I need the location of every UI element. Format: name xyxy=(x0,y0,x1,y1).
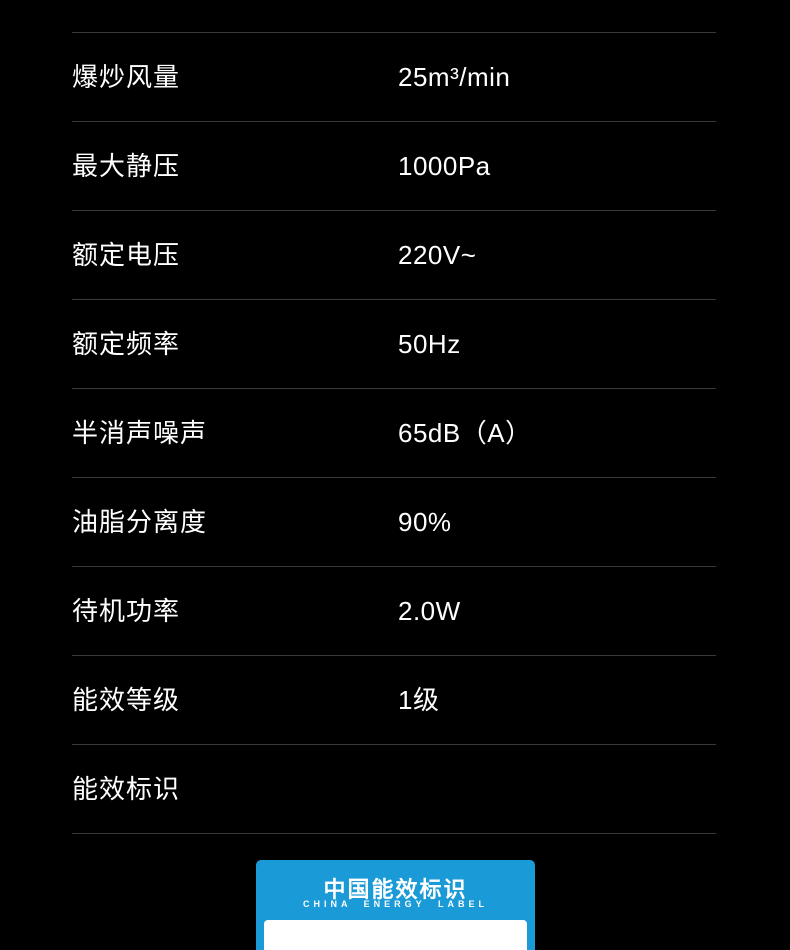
spec-row-noise: 半消声噪声 65dB（A） xyxy=(72,389,716,478)
energy-label-subtitle: CHINA ENERGY LABEL xyxy=(302,899,488,909)
spec-row-grease-separation: 油脂分离度 90% xyxy=(72,478,716,567)
spec-value: 1000Pa xyxy=(398,151,491,181)
spec-row-energy-grade: 能效等级 1级 xyxy=(72,656,716,745)
spec-value: 19m³/min xyxy=(398,0,510,32)
spec-label: 额定电压 xyxy=(72,240,181,270)
spec-row-rated-voltage: 额定电压 220V~ xyxy=(72,211,716,300)
spec-value: 220V~ xyxy=(398,240,477,270)
spec-label: 半消声噪声 xyxy=(72,418,208,448)
spec-value: 90% xyxy=(398,507,452,537)
spec-row-energy-label: 能效标识 xyxy=(72,745,716,834)
spec-label: 待机功率 xyxy=(72,596,181,626)
spec-row-standby-power: 待机功率 2.0W xyxy=(72,567,716,656)
spec-row-rated-frequency: 额定频率 50Hz xyxy=(72,300,716,389)
spec-label: 额定频率 xyxy=(72,329,181,359)
spec-value: 25m³/min xyxy=(398,62,511,92)
spec-value: 65dB（A） xyxy=(398,418,532,448)
spec-value: 1级 xyxy=(398,685,440,715)
spec-row-high-airflow: 高档风量 19m³/min xyxy=(72,0,716,33)
spec-label: 油脂分离度 xyxy=(72,507,208,537)
spec-label: 高档风量 xyxy=(72,0,180,32)
spec-table: 高档风量 19m³/min 爆炒风量 25m³/min 最大静压 1000Pa … xyxy=(72,0,716,834)
china-energy-label: 中国能效标识 CHINA ENERGY LABEL xyxy=(256,860,535,950)
spec-label: 能效标识 xyxy=(72,774,181,804)
spec-row-boost-airflow: 爆炒风量 25m³/min xyxy=(72,33,716,122)
spec-value: 50Hz xyxy=(398,329,461,359)
energy-label-panel xyxy=(264,920,527,950)
spec-row-max-static-pressure: 最大静压 1000Pa xyxy=(72,122,716,211)
spec-value: 2.0W xyxy=(398,596,461,626)
spec-label: 爆炒风量 xyxy=(72,62,181,92)
spec-label: 能效等级 xyxy=(72,685,181,715)
spec-label: 最大静压 xyxy=(72,151,181,181)
